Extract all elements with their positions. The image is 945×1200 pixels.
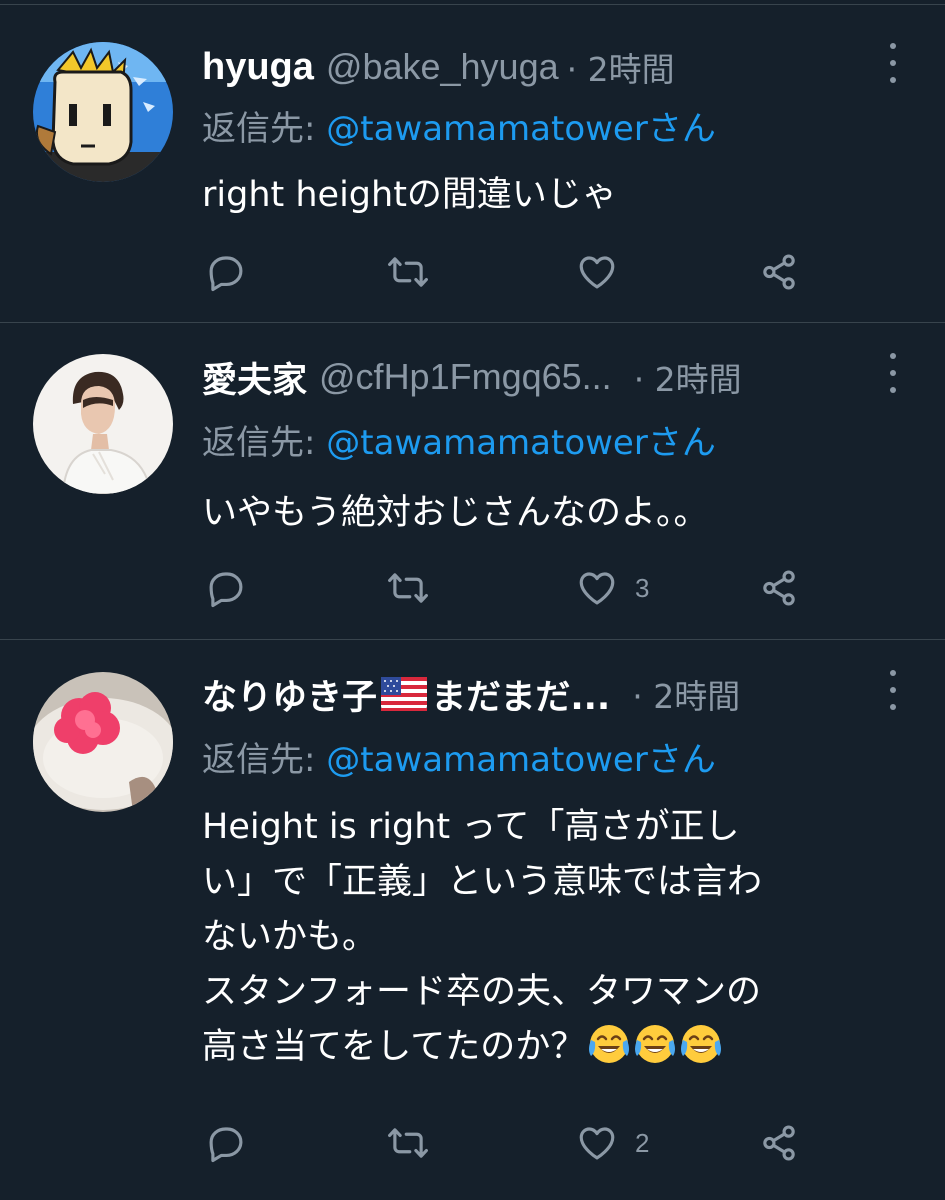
share-icon <box>763 570 795 606</box>
user-handle[interactable]: @cfHp1Fmgq65... <box>319 356 612 398</box>
reply-header: 愛夫家 @cfHp1Fmgq65... · 2時間 <box>202 349 855 405</box>
share-button[interactable] <box>758 563 800 613</box>
action-bar: 2 <box>202 1118 822 1168</box>
more-vertical-icon[interactable] <box>883 43 903 83</box>
share-button[interactable] <box>758 1118 800 1168</box>
avatar[interactable] <box>33 42 173 182</box>
display-name[interactable]: 愛夫家 <box>202 352 307 403</box>
replying-to: 返信先: @tawamamatowerさん <box>202 101 716 153</box>
like-button[interactable]: 3 <box>575 563 649 613</box>
user-handle[interactable]: @bake_hyuga <box>326 46 559 88</box>
display-name[interactable]: hyuga <box>202 46 314 89</box>
face-with-tears-of-joy-icon <box>635 1025 676 1063</box>
reply-button[interactable] <box>205 1118 247 1168</box>
heart-icon <box>579 572 615 605</box>
reply-button[interactable] <box>205 563 247 613</box>
heart-icon <box>579 256 615 289</box>
reply-text: Height is right って「高さが正し い」で「正義」という意味では言… <box>202 800 914 1075</box>
like-count: 2 <box>635 1127 650 1158</box>
like-count: 3 <box>635 572 650 603</box>
timestamp[interactable]: · 2時間 <box>632 670 740 718</box>
reply-header: hyuga @bake_hyuga · 2時間 <box>202 39 855 95</box>
comment-icon <box>209 1127 243 1163</box>
retweet-button[interactable] <box>385 563 431 613</box>
replying-to: 返信先: @tawamamatowerさん <box>202 732 716 784</box>
mention-link[interactable]: @tawamamatowerさん <box>326 109 716 149</box>
replying-to: 返信先: @tawamamatowerさん <box>202 415 716 467</box>
share-button[interactable] <box>758 247 800 297</box>
reply-button[interactable] <box>205 247 247 297</box>
like-button[interactable] <box>575 247 635 297</box>
emoji-row <box>585 1025 723 1067</box>
reply-text: right heightの間違いじゃ <box>202 175 617 215</box>
replying-to-label: 返信先: <box>202 740 327 780</box>
replying-to-label: 返信先: <box>202 109 327 149</box>
reply-item[interactable]: なりゆき子 まだまだ... · 2時間 返信先: @tawamamatowerさ… <box>0 640 945 1200</box>
avatar[interactable] <box>33 672 173 812</box>
more-vertical-icon[interactable] <box>883 353 903 393</box>
heart-icon <box>579 1127 615 1160</box>
reply-header: なりゆき子 まだまだ... · 2時間 <box>202 666 855 722</box>
share-icon <box>763 254 795 290</box>
reply-item[interactable]: 愛夫家 @cfHp1Fmgq65... · 2時間 返信先: @tawamama… <box>0 323 945 640</box>
replies-timeline: hyuga @bake_hyuga · 2時間 返信先: @tawamamato… <box>0 0 945 1200</box>
retweet-button[interactable] <box>385 247 431 297</box>
comment-icon <box>209 256 243 292</box>
reply-text: いやもう絶対おじさんなのよ。。 <box>202 493 709 533</box>
retweet-icon <box>388 257 428 287</box>
retweet-button[interactable] <box>385 1118 431 1168</box>
share-icon <box>763 1125 795 1161</box>
avatar[interactable] <box>33 354 173 494</box>
display-name-suffix[interactable]: まだまだ... <box>431 669 610 720</box>
mention-link[interactable]: @tawamamatowerさん <box>326 423 716 463</box>
mention-link[interactable]: @tawamamatowerさん <box>326 740 716 780</box>
reply-item[interactable]: hyuga @bake_hyuga · 2時間 返信先: @tawamamato… <box>0 5 945 323</box>
us-flag-icon <box>381 677 428 711</box>
timestamp[interactable]: · 2時間 <box>634 353 742 401</box>
more-vertical-icon[interactable] <box>883 670 903 710</box>
replying-to-label: 返信先: <box>202 423 327 463</box>
retweet-icon <box>388 573 428 603</box>
timestamp[interactable]: · 2時間 <box>567 43 675 91</box>
action-bar: 3 <box>202 563 822 613</box>
comment-icon <box>209 572 243 608</box>
like-button[interactable]: 2 <box>575 1118 649 1168</box>
display-name[interactable]: なりゆき子 <box>202 669 377 720</box>
face-with-tears-of-joy-icon <box>589 1025 630 1063</box>
action-bar <box>202 247 822 297</box>
face-with-tears-of-joy-icon <box>681 1025 722 1063</box>
retweet-icon <box>388 1128 428 1158</box>
